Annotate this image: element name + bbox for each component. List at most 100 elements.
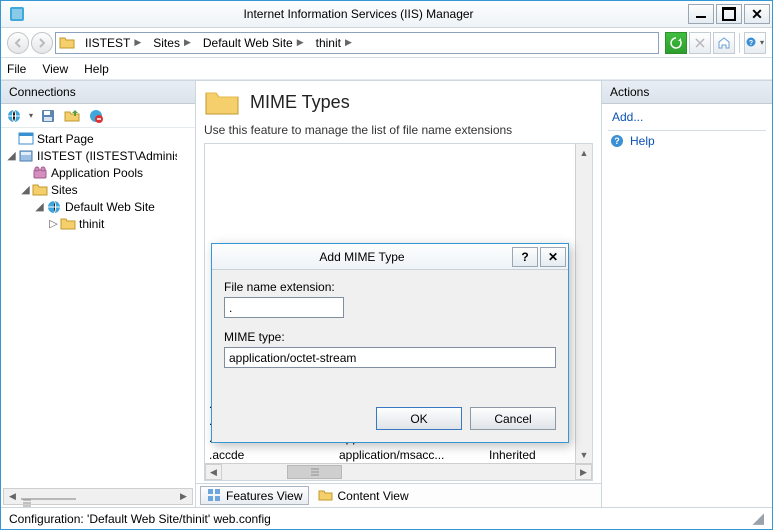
connections-tree[interactable]: Start Page ◢ IISTEST (IISTEST\Administrat… — [1, 128, 195, 507]
svg-text:?: ? — [614, 136, 620, 146]
dialog-close-button[interactable]: ✕ — [540, 247, 566, 267]
menu-file[interactable]: File — [7, 62, 26, 76]
collapse-icon[interactable]: ◢ — [5, 149, 18, 162]
dialog-title-bar: Add MIME Type ? ✕ — [212, 244, 568, 270]
tab-label: Content View — [337, 489, 408, 503]
tree-start-page[interactable]: Start Page — [3, 130, 195, 147]
main-window: Internet Information Services (IIS) Mana… — [0, 0, 773, 530]
nav-back-button[interactable] — [7, 32, 29, 54]
chevron-right-icon: ▶ — [184, 37, 191, 48]
mime-type-label: MIME type: — [224, 330, 556, 344]
actions-pane: Actions Add... ? Help — [602, 81, 772, 507]
breadcrumb-label: Default Web Site — [203, 36, 293, 50]
save-icon[interactable] — [39, 107, 57, 125]
grid-vertical-scrollbar[interactable]: ▲ ▼ — [575, 144, 592, 463]
scroll-right-icon[interactable]: ▶ — [175, 489, 192, 504]
help-dropdown-button[interactable]: ?▾ — [744, 32, 766, 54]
breadcrumb-label: thinit — [316, 36, 341, 50]
menu-bar: File View Help — [1, 58, 772, 80]
tree-thinit[interactable]: ▷ thinit — [3, 215, 195, 232]
breadcrumb-label: Sites — [153, 36, 180, 50]
tree-label: Application Pools — [51, 166, 143, 180]
page-title: MIME Types — [250, 92, 350, 113]
refresh-button[interactable] — [665, 32, 687, 54]
title-bar: Internet Information Services (IIS) Mana… — [1, 1, 772, 28]
tab-label: Features View — [226, 489, 302, 503]
window-title: Internet Information Services (IIS) Mana… — [31, 7, 686, 21]
mime-types-icon — [204, 87, 240, 117]
scroll-down-icon[interactable]: ▼ — [576, 446, 592, 463]
chevron-right-icon: ▶ — [134, 37, 141, 48]
mime-type-input[interactable] — [224, 347, 556, 368]
add-mime-type-dialog: Add MIME Type ? ✕ File name extension: M… — [211, 243, 569, 443]
scroll-up-icon[interactable]: ▲ — [576, 144, 592, 161]
stop-button[interactable] — [689, 32, 711, 54]
tree-sites[interactable]: ◢Sites — [3, 181, 195, 198]
tree-label: thinit — [79, 217, 104, 231]
dialog-help-button[interactable]: ? — [512, 247, 538, 267]
scroll-right-icon[interactable]: ▶ — [575, 464, 592, 480]
cancel-button[interactable]: Cancel — [470, 407, 556, 430]
minimize-button[interactable] — [688, 4, 714, 24]
tree-label: IISTEST (IISTEST\Administrator) — [37, 149, 177, 163]
breadcrumb[interactable]: IISTEST ▶ Sites ▶ Default Web Site ▶ thinit… — [55, 32, 659, 54]
collapse-icon[interactable]: ◢ — [33, 200, 46, 213]
features-view-icon — [207, 488, 222, 503]
tree-label: Start Page — [37, 132, 94, 146]
expand-icon[interactable]: ▷ — [47, 217, 60, 230]
breadcrumb-item[interactable]: Sites ▶ — [147, 33, 197, 53]
content-view-icon — [318, 488, 333, 503]
tree-apppools[interactable]: Application Pools — [3, 164, 195, 181]
breadcrumb-item[interactable]: Default Web Site ▶ — [197, 33, 310, 53]
remove-connection-icon[interactable] — [87, 107, 105, 125]
breadcrumb-item[interactable]: thinit ▶ — [310, 33, 358, 53]
action-label: Help — [630, 134, 655, 148]
tree-label: Default Web Site — [65, 200, 155, 214]
tree-server[interactable]: ◢ IISTEST (IISTEST\Administrator) — [3, 147, 195, 164]
dialog-title: Add MIME Type — [212, 250, 512, 264]
action-add[interactable]: Add... — [602, 104, 772, 130]
connect-icon[interactable] — [5, 107, 23, 125]
tree-default-site[interactable]: ◢ Default Web Site — [3, 198, 195, 215]
scroll-left-icon[interactable]: ◀ — [205, 464, 222, 480]
folder-icon — [59, 35, 75, 51]
home-button[interactable] — [713, 32, 735, 54]
close-button[interactable]: ✕ — [744, 4, 770, 24]
tab-features-view[interactable]: Features View — [200, 486, 309, 505]
extension-input[interactable] — [224, 297, 344, 318]
help-icon: ? — [610, 134, 624, 148]
tree-horizontal-scrollbar[interactable]: ◀ ▶ — [3, 488, 193, 505]
menu-help[interactable]: Help — [84, 62, 109, 76]
connections-header: Connections — [1, 81, 195, 104]
connections-pane: Connections ▾ Start Page ◢ IISTEST (IISTE… — [1, 81, 196, 507]
status-text: Configuration: 'Default Web Site/thinit'… — [9, 512, 271, 526]
view-switcher: Features View Content View — [196, 483, 601, 507]
table-row[interactable]: .accdeapplication/msacc...Inherited — [205, 446, 575, 463]
connections-toolbar: ▾ — [1, 104, 195, 128]
scroll-thumb[interactable] — [287, 465, 342, 479]
ok-button[interactable]: OK — [376, 407, 462, 430]
breadcrumb-label: IISTEST — [85, 36, 130, 50]
app-icon — [9, 6, 25, 22]
breadcrumb-item[interactable]: IISTEST ▶ — [79, 33, 147, 53]
scroll-left-icon[interactable]: ◀ — [4, 489, 21, 504]
resize-grip-icon[interactable]: ◢ — [752, 514, 764, 524]
scroll-thumb[interactable] — [21, 498, 76, 500]
open-icon[interactable] — [63, 107, 81, 125]
svg-text:?: ? — [749, 40, 753, 47]
action-help[interactable]: ? Help — [602, 131, 772, 151]
address-bar: IISTEST ▶ Sites ▶ Default Web Site ▶ thinit… — [1, 28, 772, 58]
menu-view[interactable]: View — [42, 62, 68, 76]
chevron-right-icon: ▶ — [345, 37, 352, 48]
extension-label: File name extension: — [224, 280, 556, 294]
tab-content-view[interactable]: Content View — [311, 486, 415, 505]
status-bar: Configuration: 'Default Web Site/thinit'… — [1, 507, 772, 529]
grid-horizontal-scrollbar[interactable]: ◀ ▶ — [205, 463, 592, 480]
collapse-icon[interactable]: ◢ — [19, 183, 32, 196]
actions-header: Actions — [602, 81, 772, 104]
chevron-right-icon: ▶ — [297, 37, 304, 48]
maximize-button[interactable] — [716, 4, 742, 24]
body: Connections ▾ Start Page ◢ IISTEST (IISTE… — [1, 80, 772, 507]
nav-forward-button[interactable] — [31, 32, 53, 54]
page-description: Use this feature to manage the list of f… — [204, 123, 593, 137]
